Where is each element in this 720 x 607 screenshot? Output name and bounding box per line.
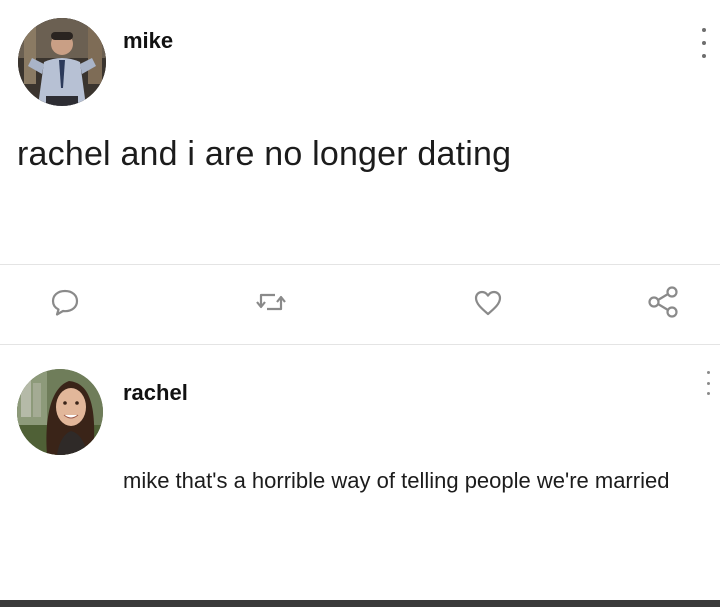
more-options-icon[interactable] <box>698 371 718 395</box>
share-button[interactable] <box>643 282 683 322</box>
retweet-button[interactable] <box>251 282 291 322</box>
more-options-icon[interactable] <box>694 28 714 58</box>
bottom-edge <box>0 600 720 607</box>
like-button[interactable] <box>468 282 508 322</box>
post-text: rachel and i are no longer dating <box>17 135 512 173</box>
reply-author-name[interactable]: rachel <box>123 380 188 406</box>
post-author-name[interactable]: mike <box>123 28 173 54</box>
reply-text: mike that's a horrible way of telling pe… <box>123 468 670 493</box>
divider <box>0 264 720 265</box>
comment-button[interactable] <box>45 282 85 322</box>
comment-icon <box>51 289 79 316</box>
share-icon <box>648 286 678 318</box>
original-post: mike rachel and i are no longer dating <box>0 0 720 345</box>
rachel-avatar-image <box>17 369 103 455</box>
heart-icon <box>474 290 502 316</box>
divider <box>0 344 720 345</box>
mike-avatar-image <box>18 18 106 106</box>
avatar[interactable] <box>18 18 106 106</box>
avatar[interactable] <box>17 369 103 455</box>
retweet-icon <box>256 293 286 311</box>
